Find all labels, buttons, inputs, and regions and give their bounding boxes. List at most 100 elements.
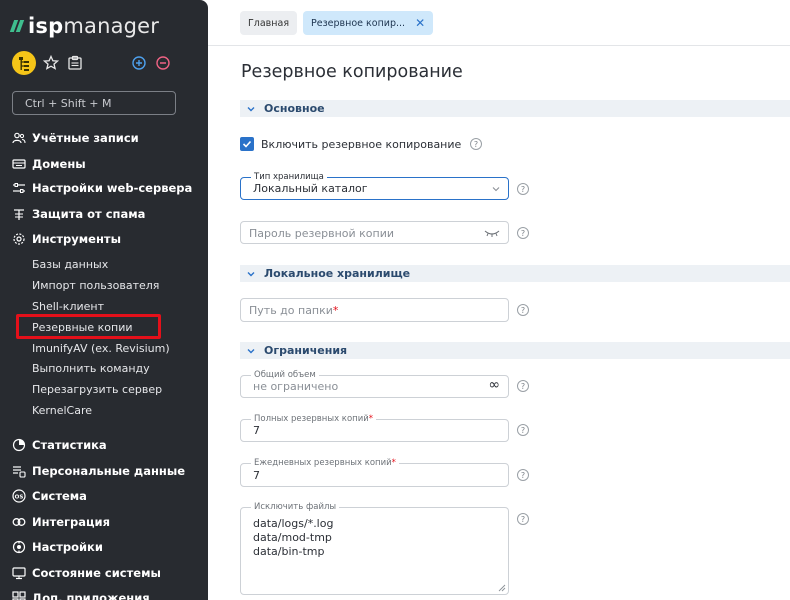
sidebar-item-system-state[interactable]: Состояние системы bbox=[12, 563, 161, 583]
os-icon: OS bbox=[12, 489, 26, 503]
daily-copies-input[interactable]: Ежедневных резервных копий* 7 bbox=[240, 458, 509, 487]
chevron-down-icon bbox=[492, 187, 500, 192]
sidebar-item-label: Состояние системы bbox=[32, 566, 161, 580]
sidebar-subitem-shell-client[interactable]: Shell-клиент bbox=[32, 297, 104, 315]
sidebar-item-statistics[interactable]: Статистика bbox=[12, 435, 107, 455]
sidebar-item-domains[interactable]: Домены bbox=[12, 154, 86, 174]
breadcrumb-current-tab[interactable]: Резервное копир... ✕ bbox=[303, 11, 434, 35]
full-copies-input[interactable]: Полных резервных копий* 7 bbox=[240, 414, 509, 442]
help-icon[interactable]: ? bbox=[517, 513, 529, 525]
sidebar-subitem-imunifyav[interactable]: ImunifyAV (ex. Revisium) bbox=[32, 339, 170, 357]
logo-mark-icon bbox=[9, 20, 25, 32]
exclude-files-label: Исключить файлы bbox=[251, 502, 340, 512]
sidebar-item-settings[interactable]: Настройки bbox=[12, 537, 103, 557]
folder-path-placeholder-text: Путь до папки bbox=[249, 304, 333, 317]
total-volume-value: не ограничено bbox=[253, 380, 339, 393]
required-mark: * bbox=[368, 414, 373, 424]
help-icon[interactable]: ? bbox=[517, 424, 529, 436]
sidebar-item-tools[interactable]: Инструменты bbox=[12, 229, 121, 249]
storage-type-label: Тип хранилища bbox=[251, 172, 327, 182]
checkmark-icon bbox=[242, 140, 252, 148]
storage-type-select[interactable]: Тип хранилища Локальный каталог bbox=[240, 172, 509, 200]
total-volume-input[interactable]: Общий объем не ограничено ∞ bbox=[240, 370, 509, 398]
star-icon[interactable] bbox=[42, 54, 60, 72]
users-icon bbox=[12, 132, 26, 144]
section-main[interactable]: Основное bbox=[240, 100, 790, 117]
monitor-icon bbox=[12, 567, 26, 580]
page-title: Резервное копирование bbox=[241, 62, 463, 82]
domains-icon bbox=[12, 159, 26, 169]
exclude-files-line: data/bin-tmp bbox=[253, 545, 325, 558]
chevron-down-icon bbox=[247, 106, 255, 111]
sidebar-item-spam-protection[interactable]: Защита от спама bbox=[12, 204, 145, 224]
clipboard-icon[interactable] bbox=[66, 54, 84, 72]
sliders-icon bbox=[13, 183, 25, 193]
sidebar-toolbar bbox=[12, 51, 182, 75]
remove-circle-icon[interactable] bbox=[154, 54, 172, 72]
daily-copies-label-text: Ежедневных резервных копий bbox=[254, 458, 392, 468]
exclude-files-lines: data/logs/*.log data/mod-tmp data/bin-tm… bbox=[253, 517, 333, 559]
settings-icon bbox=[12, 540, 26, 554]
infinity-icon[interactable]: ∞ bbox=[488, 377, 500, 393]
active-item-highlight bbox=[16, 314, 161, 339]
section-limits[interactable]: Ограничения bbox=[240, 342, 790, 359]
sidebar-item-label: Доп. приложения bbox=[32, 591, 150, 600]
enable-backup-checkbox[interactable] bbox=[240, 137, 254, 151]
sidebar-item-label: Настройки bbox=[32, 540, 103, 554]
section-local-storage[interactable]: Локальное хранилище bbox=[240, 265, 790, 282]
breadcrumb-current-label: Резервное копир... bbox=[311, 17, 406, 29]
sidebar-subitem-databases[interactable]: Базы данных bbox=[32, 255, 108, 273]
help-icon[interactable]: ? bbox=[470, 138, 482, 150]
sidebar-item-integration[interactable]: Интеграция bbox=[12, 512, 110, 532]
chevron-down-icon bbox=[247, 271, 255, 276]
user-avatar[interactable] bbox=[12, 51, 36, 75]
sidebar-subitem-import-user[interactable]: Импорт пользователя bbox=[32, 276, 159, 294]
app-logo[interactable]: ispmanager bbox=[9, 13, 159, 39]
sidebar-item-accounts[interactable]: Учётные записи bbox=[12, 128, 139, 148]
help-icon[interactable]: ? bbox=[517, 304, 529, 316]
sidebar-subitem-run-command[interactable]: Выполнить команду bbox=[32, 359, 150, 377]
folder-path-input[interactable]: Путь до папки* bbox=[240, 298, 509, 322]
exclude-files-line: data/mod-tmp bbox=[253, 531, 332, 544]
required-mark: * bbox=[332, 304, 339, 317]
close-tab-icon[interactable]: ✕ bbox=[415, 16, 425, 30]
exclude-files-textarea[interactable]: Исключить файлы data/logs/*.log data/mod… bbox=[240, 502, 509, 595]
enable-backup-checkbox-row[interactable]: Включить резервное копирование bbox=[240, 137, 461, 151]
help-icon[interactable]: ? bbox=[517, 469, 529, 481]
sidebar-subitem-reboot-server[interactable]: Перезагрузить сервер bbox=[32, 380, 162, 398]
sidebar-item-personal-data[interactable]: Персональные данные bbox=[12, 461, 185, 481]
breadcrumb-home[interactable]: Главная bbox=[240, 11, 298, 35]
help-icon[interactable]: ? bbox=[517, 183, 529, 195]
sidebar-item-extra-apps[interactable]: Доп. приложения bbox=[12, 588, 150, 600]
daily-copies-value: 7 bbox=[253, 469, 260, 482]
sidebar-item-label: Система bbox=[32, 489, 87, 503]
main-content: Главная Резервное копир... ✕ Резервное к… bbox=[208, 0, 790, 600]
apps-icon bbox=[12, 591, 26, 600]
backup-password-input[interactable]: Пароль резервной копии bbox=[240, 221, 509, 244]
logo-text-light: manager bbox=[63, 14, 160, 38]
backup-password-placeholder: Пароль резервной копии bbox=[249, 227, 394, 240]
section-title: Ограничения bbox=[264, 344, 348, 357]
sidebar: ispmanager Ctrl + Shift + M Учётные запи… bbox=[0, 0, 208, 600]
link-icon bbox=[12, 518, 26, 526]
pie-chart-icon bbox=[12, 438, 26, 452]
sidebar-subitem-kernelcare[interactable]: KernelCare bbox=[32, 401, 92, 419]
storage-type-value: Локальный каталог bbox=[253, 182, 368, 195]
logo-text: ispmanager bbox=[28, 14, 159, 38]
tree-icon bbox=[19, 57, 29, 71]
add-circle-icon[interactable] bbox=[130, 54, 148, 72]
eye-closed-icon[interactable] bbox=[484, 228, 500, 238]
resize-handle-icon[interactable] bbox=[498, 584, 506, 592]
sidebar-item-label: Учётные записи bbox=[32, 131, 139, 145]
required-mark: * bbox=[391, 458, 396, 468]
help-icon[interactable]: ? bbox=[517, 227, 529, 239]
full-copies-value: 7 bbox=[253, 424, 260, 437]
command-search-input[interactable]: Ctrl + Shift + M bbox=[12, 91, 176, 115]
sidebar-item-system[interactable]: OS Система bbox=[12, 486, 87, 506]
svg-text:OS: OS bbox=[15, 494, 24, 500]
chevron-down-icon bbox=[247, 348, 255, 353]
header-divider bbox=[208, 45, 790, 46]
help-icon[interactable]: ? bbox=[517, 380, 529, 392]
sidebar-item-web-server[interactable]: Настройки web-сервера bbox=[12, 178, 192, 198]
daily-copies-label: Ежедневных резервных копий* bbox=[251, 458, 399, 468]
